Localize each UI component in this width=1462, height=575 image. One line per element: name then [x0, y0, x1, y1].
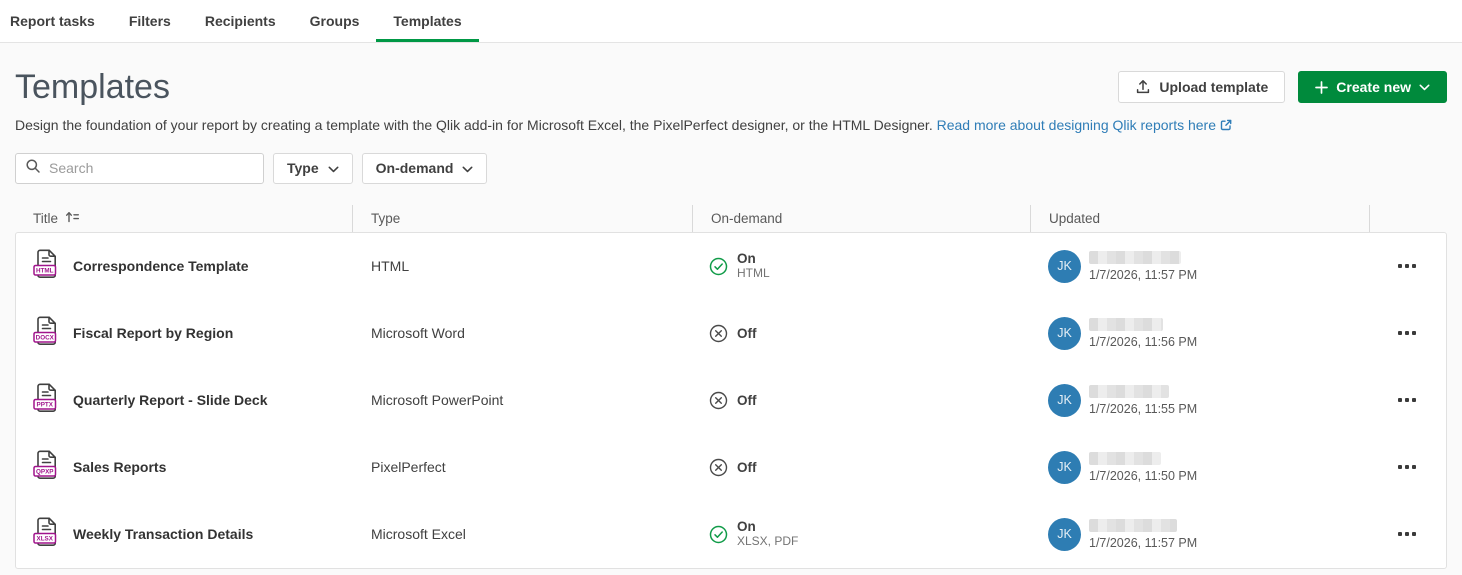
redacted-user-name — [1089, 251, 1181, 264]
page-title: Templates — [15, 67, 170, 108]
template-type: Microsoft Excel — [371, 526, 466, 542]
redacted-user-name — [1089, 452, 1161, 465]
table-header: Title Type On-demand Updated — [15, 205, 1447, 232]
tab-templates[interactable]: Templates — [376, 0, 478, 42]
avatar: JK — [1048, 317, 1081, 350]
template-title[interactable]: Sales Reports — [73, 459, 166, 475]
svg-text:QPXP: QPXP — [36, 468, 54, 475]
search-box — [15, 153, 264, 184]
templates-table: HTML Correspondence Template HTML On HTM… — [15, 232, 1447, 569]
column-header-updated[interactable]: Updated — [1030, 205, 1369, 232]
file-type-icon: XLSX — [33, 517, 59, 552]
template-type: Microsoft PowerPoint — [371, 392, 503, 408]
plus-icon — [1315, 81, 1328, 94]
status-on-icon — [709, 257, 728, 276]
svg-text:HTML: HTML — [36, 267, 54, 274]
redacted-user-name — [1089, 385, 1169, 398]
upload-icon — [1135, 79, 1151, 95]
more-actions-button[interactable] — [1392, 323, 1422, 343]
svg-text:DOCX: DOCX — [36, 334, 55, 341]
svg-text:XLSX: XLSX — [37, 535, 54, 542]
ondemand-status: On — [737, 251, 770, 267]
search-input[interactable] — [49, 160, 254, 176]
avatar: JK — [1048, 250, 1081, 283]
top-tab-bar: Report tasks Filters Recipients Groups T… — [0, 0, 1462, 43]
tab-groups[interactable]: Groups — [293, 0, 377, 42]
file-type-icon: QPXP — [33, 450, 59, 485]
updated-date: 1/7/2026, 11:55 PM — [1089, 402, 1197, 416]
ondemand-formats: XLSX, PDF — [737, 534, 798, 550]
sort-ascending-icon — [65, 210, 80, 227]
status-off-icon — [709, 458, 728, 477]
page-description: Design the foundation of your report by … — [15, 117, 1447, 135]
type-filter-dropdown[interactable]: Type — [273, 153, 353, 184]
updated-date: 1/7/2026, 11:56 PM — [1089, 335, 1197, 349]
chevron-down-icon — [1419, 84, 1430, 91]
table-row[interactable]: PPTX Quarterly Report - Slide Deck Micro… — [16, 367, 1446, 434]
template-title[interactable]: Correspondence Template — [73, 258, 249, 274]
ondemand-status: On — [737, 519, 798, 535]
avatar: JK — [1048, 384, 1081, 417]
chevron-down-icon — [328, 160, 339, 176]
read-more-link[interactable]: Read more about designing Qlik reports h… — [937, 117, 1233, 133]
avatar: JK — [1048, 451, 1081, 484]
ondemand-status: Off — [737, 393, 757, 409]
tab-report-tasks[interactable]: Report tasks — [10, 0, 112, 42]
external-link-icon — [1219, 118, 1233, 135]
template-type: Microsoft Word — [371, 325, 465, 341]
redacted-user-name — [1089, 318, 1163, 331]
template-type: HTML — [371, 258, 409, 274]
tab-filters[interactable]: Filters — [112, 0, 188, 42]
status-off-icon — [709, 324, 728, 343]
more-actions-button[interactable] — [1392, 390, 1422, 410]
table-row[interactable]: DOCX Fiscal Report by Region Microsoft W… — [16, 300, 1446, 367]
ondemand-status: Off — [737, 326, 757, 342]
avatar: JK — [1048, 518, 1081, 551]
redacted-user-name — [1089, 519, 1177, 532]
more-actions-button[interactable] — [1392, 524, 1422, 544]
ondemand-formats: HTML — [737, 266, 770, 282]
create-new-button[interactable]: Create new — [1298, 71, 1447, 103]
chevron-down-icon — [462, 160, 473, 176]
tab-recipients[interactable]: Recipients — [188, 0, 293, 42]
column-header-actions — [1369, 205, 1443, 232]
updated-date: 1/7/2026, 11:57 PM — [1089, 536, 1197, 550]
template-title[interactable]: Quarterly Report - Slide Deck — [73, 392, 268, 408]
file-type-icon: HTML — [33, 249, 59, 284]
ondemand-filter-dropdown[interactable]: On-demand — [362, 153, 488, 184]
updated-date: 1/7/2026, 11:57 PM — [1089, 268, 1197, 282]
updated-date: 1/7/2026, 11:50 PM — [1089, 469, 1197, 483]
table-row[interactable]: HTML Correspondence Template HTML On HTM… — [16, 233, 1446, 300]
file-type-icon: DOCX — [33, 316, 59, 351]
file-type-icon: PPTX — [33, 383, 59, 418]
template-type: PixelPerfect — [371, 459, 446, 475]
table-row[interactable]: QPXP Sales Reports PixelPerfect Off JK 1… — [16, 434, 1446, 501]
column-header-type[interactable]: Type — [352, 205, 692, 232]
upload-template-button[interactable]: Upload template — [1118, 71, 1285, 103]
search-icon — [25, 158, 41, 179]
svg-text:PPTX: PPTX — [37, 401, 54, 408]
status-off-icon — [709, 391, 728, 410]
status-on-icon — [709, 525, 728, 544]
column-header-title[interactable]: Title — [15, 205, 352, 232]
table-row[interactable]: XLSX Weekly Transaction Details Microsof… — [16, 501, 1446, 568]
ondemand-status: Off — [737, 460, 757, 476]
column-header-ondemand[interactable]: On-demand — [692, 205, 1030, 232]
template-title[interactable]: Weekly Transaction Details — [73, 526, 253, 542]
template-title[interactable]: Fiscal Report by Region — [73, 325, 233, 341]
more-actions-button[interactable] — [1392, 457, 1422, 477]
more-actions-button[interactable] — [1392, 256, 1422, 276]
